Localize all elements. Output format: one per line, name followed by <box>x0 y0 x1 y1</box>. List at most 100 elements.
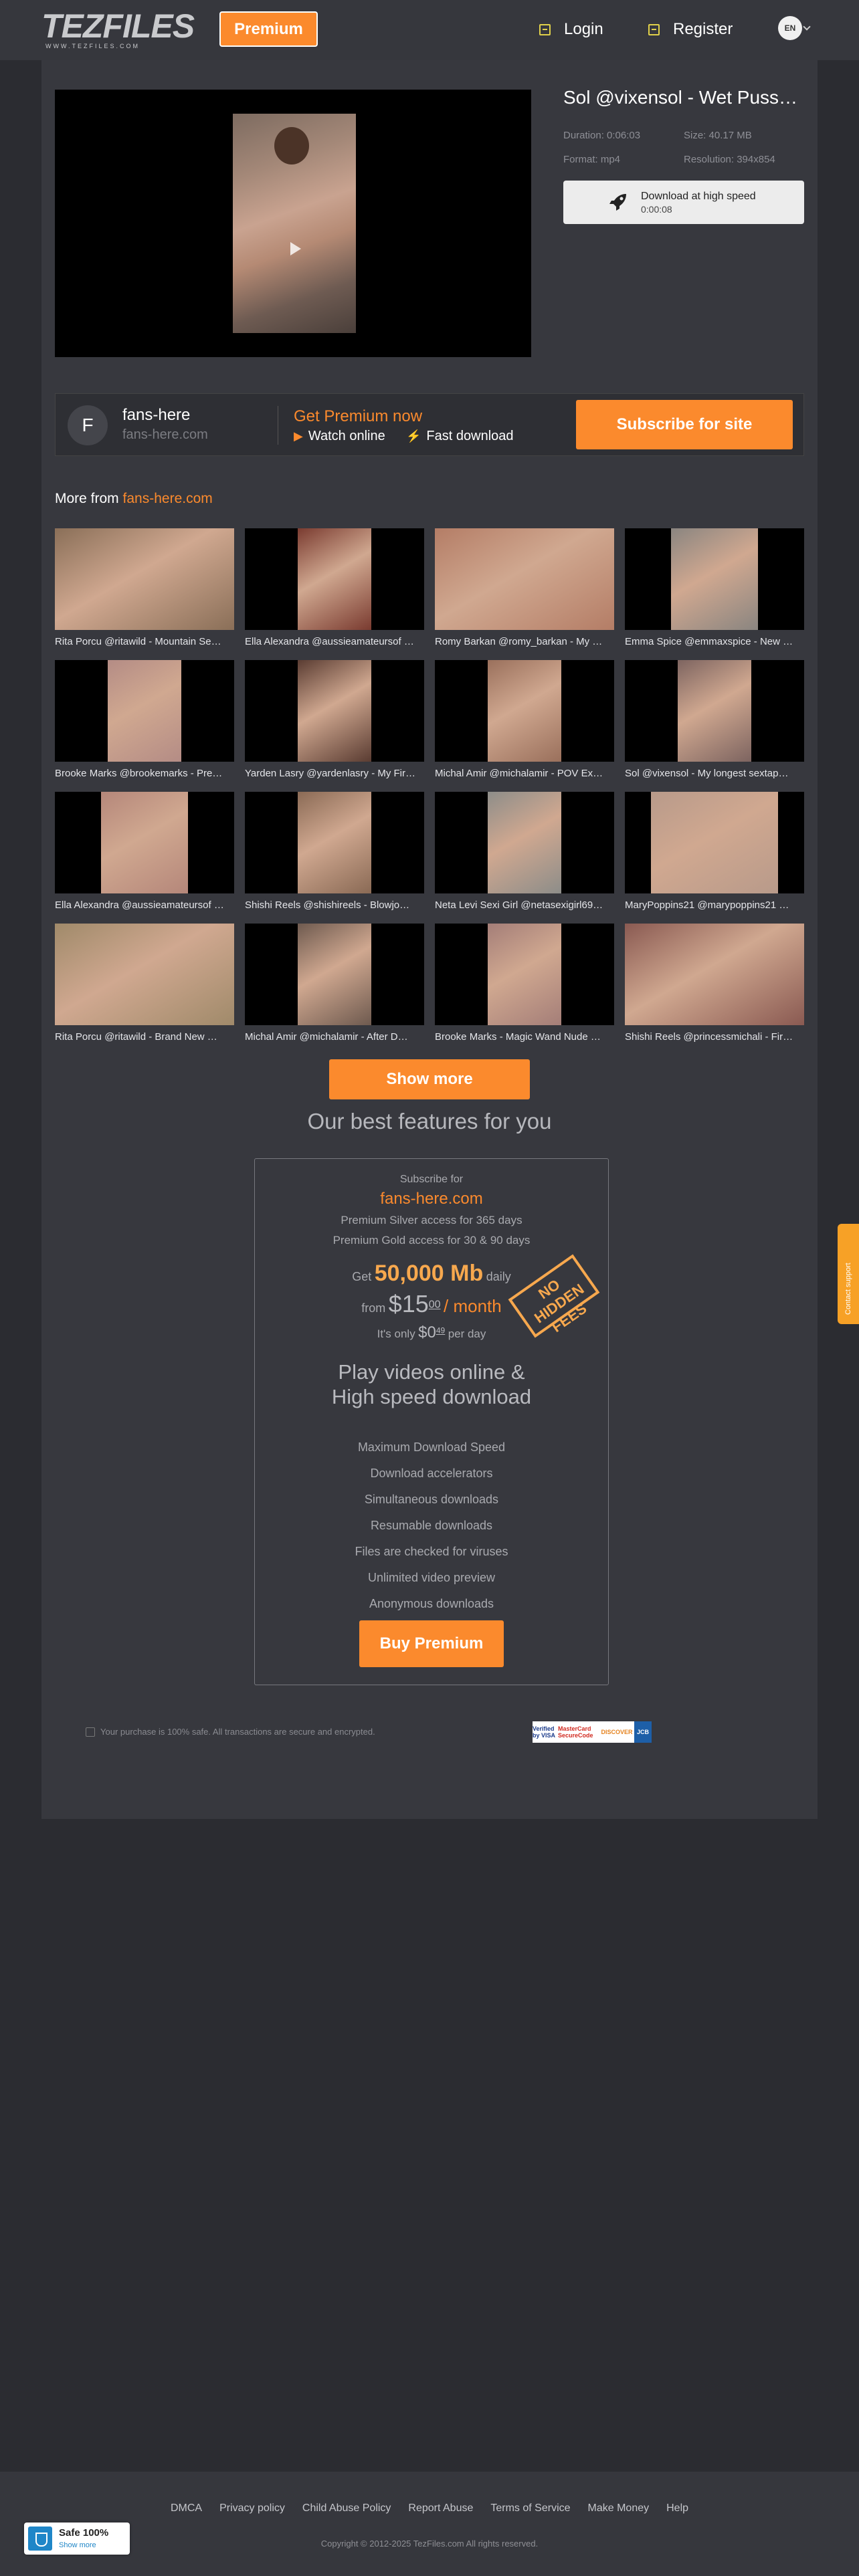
high-speed-line: High speed download <box>331 1385 532 1408</box>
per-day: per day <box>448 1327 486 1340</box>
safe-title: Safe 100% <box>59 2527 109 2539</box>
daily-label: daily <box>486 1270 511 1283</box>
thumbnail-caption: Rita Porcu @ritawild - Brand New … <box>55 1031 217 1043</box>
watch-online-label: Watch online <box>308 429 385 443</box>
thumbnail-image <box>245 792 424 893</box>
download-high-speed-button[interactable]: Download at high speed 0:00:08 <box>563 181 804 224</box>
video-thumbnail[interactable]: Rita Porcu @ritawild - Mountain Se… <box>55 528 234 647</box>
gold-access: Premium Gold access for 30 & 90 days <box>332 1234 531 1247</box>
download-time: 0:00:08 <box>641 204 672 215</box>
secure-text: Your purchase is 100% safe. All transact… <box>100 1727 375 1737</box>
secure-notice: Your purchase is 100% safe. All transact… <box>86 1727 375 1737</box>
get-premium-title: Get Premium now <box>294 407 423 425</box>
contact-support-tab[interactable]: Contact support <box>838 1224 859 1324</box>
footer-link[interactable]: Help <box>666 2502 688 2514</box>
thumbnail-image <box>55 924 234 1025</box>
more-from-site-link[interactable]: fans-here.com <box>123 491 213 506</box>
thumbnail-caption: Michal Amir @michalamir - POV Ex… <box>435 768 603 779</box>
jcb-logo: JCB <box>634 1721 652 1743</box>
rocket-icon <box>609 194 626 211</box>
thumbnail-image <box>435 792 614 893</box>
show-more-button[interactable]: Show more <box>329 1059 530 1099</box>
video-thumbnail[interactable]: Emma Spice @emmaxspice - New … <box>625 528 804 647</box>
day-price-main: $0 <box>418 1323 436 1341</box>
silver-access: Premium Silver access for 365 days <box>341 1214 522 1226</box>
feature-item: Simultaneous downloads <box>364 1493 499 1506</box>
register-link[interactable]: Register <box>648 17 733 41</box>
features-heading: Our best features for you <box>307 1109 552 1134</box>
video-thumbnail[interactable]: Sol @vixensol - My longest sextap… <box>625 660 804 779</box>
thumbnail-image <box>55 528 234 630</box>
video-thumbnail[interactable]: Brooke Marks @brookemarks - Pre… <box>55 660 234 779</box>
thumbnail-image <box>435 924 614 1025</box>
feature-list: Maximum Download Speed Download accelerat… <box>255 1434 608 1617</box>
thumbnail-picture <box>625 924 804 1025</box>
video-thumbnail[interactable]: Ella Alexandra @aussieamateursof … <box>245 528 424 647</box>
video-thumbnail[interactable]: Neta Levi Sexi Girl @netasexigirl69… <box>435 792 614 911</box>
video-thumbnail[interactable]: Ella Alexandra @aussieamateursof … <box>55 792 234 911</box>
buy-premium-button[interactable]: Buy Premium <box>359 1620 504 1667</box>
site-logo[interactable]: TEZFILES WWW.TEZFILES.COM <box>41 7 195 49</box>
video-thumbnail[interactable]: Yarden Lasry @yardenlasry - My Fir… <box>245 660 424 779</box>
video-thumbnail[interactable]: Shishi Reels @shishireels - Blowjo… <box>245 792 424 911</box>
site-header: TEZFILES WWW.TEZFILES.COM Premium Login … <box>0 0 859 60</box>
footer-link[interactable]: Make Money <box>588 2502 650 2514</box>
thumbnail-caption: Emma Spice @emmaxspice - New … <box>625 636 793 647</box>
thumbnail-caption: Brooke Marks @brookemarks - Pre… <box>55 768 223 779</box>
contact-support-label: Contact support <box>844 1263 852 1315</box>
play-icon[interactable] <box>290 242 301 255</box>
video-thumbnail[interactable]: Romy Barkan @romy_barkan - My … <box>435 528 614 647</box>
get-label: Get <box>352 1270 372 1283</box>
video-thumbnail[interactable]: Michal Amir @michalamir - After D… <box>245 924 424 1043</box>
watch-online-feature: ▶ Watch online <box>294 429 385 444</box>
thumbnail-picture <box>101 792 188 893</box>
thumbnail-image <box>55 660 234 762</box>
thumbnail-caption: Romy Barkan @romy_barkan - My … <box>435 636 603 647</box>
video-thumbnail[interactable]: Rita Porcu @ritawild - Brand New … <box>55 924 234 1043</box>
file-resolution: Resolution: 394x854 <box>684 154 775 165</box>
more-from-heading: More from fans-here.com <box>55 491 213 507</box>
footer-link[interactable]: Terms of Service <box>490 2502 570 2514</box>
lock-icon <box>86 1727 95 1737</box>
fast-download-label: Fast download <box>426 429 514 443</box>
thumbnail-picture <box>55 528 234 630</box>
video-player[interactable] <box>55 90 531 357</box>
thumbnail-picture <box>678 660 751 762</box>
login-link[interactable]: Login <box>539 17 603 41</box>
thumbnail-image <box>245 924 424 1025</box>
video-thumbnail[interactable]: Michal Amir @michalamir - POV Ex… <box>435 660 614 779</box>
mastercard-securecode-logo: MasterCard SecureCode <box>558 1721 599 1743</box>
thumbnail-caption: Michal Amir @michalamir - After D… <box>245 1031 408 1043</box>
footer-link[interactable]: DMCA <box>171 2502 202 2514</box>
footer-link[interactable]: Child Abuse Policy <box>302 2502 391 2514</box>
site-host[interactable]: fans-here.com <box>122 427 208 443</box>
thumbnail-picture <box>671 528 758 630</box>
login-icon <box>539 23 551 35</box>
video-thumbnail[interactable]: Brooke Marks - Magic Wand Nude … <box>435 924 614 1043</box>
footer-link[interactable]: Report Abuse <box>408 2502 473 2514</box>
thumbnail-caption: Ella Alexandra @aussieamateursof … <box>245 636 414 647</box>
thumbnail-picture <box>108 660 181 762</box>
footer-links: DMCA Privacy policy Child Abuse Policy Repo… <box>0 2502 859 2514</box>
file-format: Format: mp4 <box>563 154 621 165</box>
chevron-down-icon[interactable] <box>803 23 811 31</box>
subscribe-for-site-button[interactable]: Subscribe for site <box>576 400 793 449</box>
premium-offer-box: Subscribe for fans-here.com Premium Silv… <box>254 1158 609 1685</box>
language-selector[interactable]: EN <box>778 16 802 40</box>
offer-site-link[interactable]: fans-here.com <box>255 1190 608 1208</box>
safe-show-more-link[interactable]: Show more <box>59 2541 96 2549</box>
logo-text: TEZFILES <box>41 7 195 45</box>
safe-badge[interactable]: Safe 100% Show more <box>24 2523 130 2555</box>
download-label: Download at high speed <box>641 191 756 202</box>
price-cents: 00 <box>428 1299 441 1311</box>
thumbnail-caption: Yarden Lasry @yardenlasry - My Fir… <box>245 768 416 779</box>
site-name[interactable]: fans-here <box>122 406 190 425</box>
premium-button[interactable]: Premium <box>219 11 318 47</box>
thumbnail-caption: Neta Levi Sexi Girl @netasexigirl69… <box>435 899 603 911</box>
video-thumbnail[interactable]: MaryPoppins21 @marypoppins21 … <box>625 792 804 911</box>
thumbnail-picture <box>651 792 778 893</box>
thumbnail-caption: Sol @vixensol - My longest sextap… <box>625 768 789 779</box>
footer-link[interactable]: Privacy policy <box>219 2502 285 2514</box>
thumbnail-image <box>435 660 614 762</box>
video-thumbnail[interactable]: Shishi Reels @princessmichali - Fir… <box>625 924 804 1043</box>
